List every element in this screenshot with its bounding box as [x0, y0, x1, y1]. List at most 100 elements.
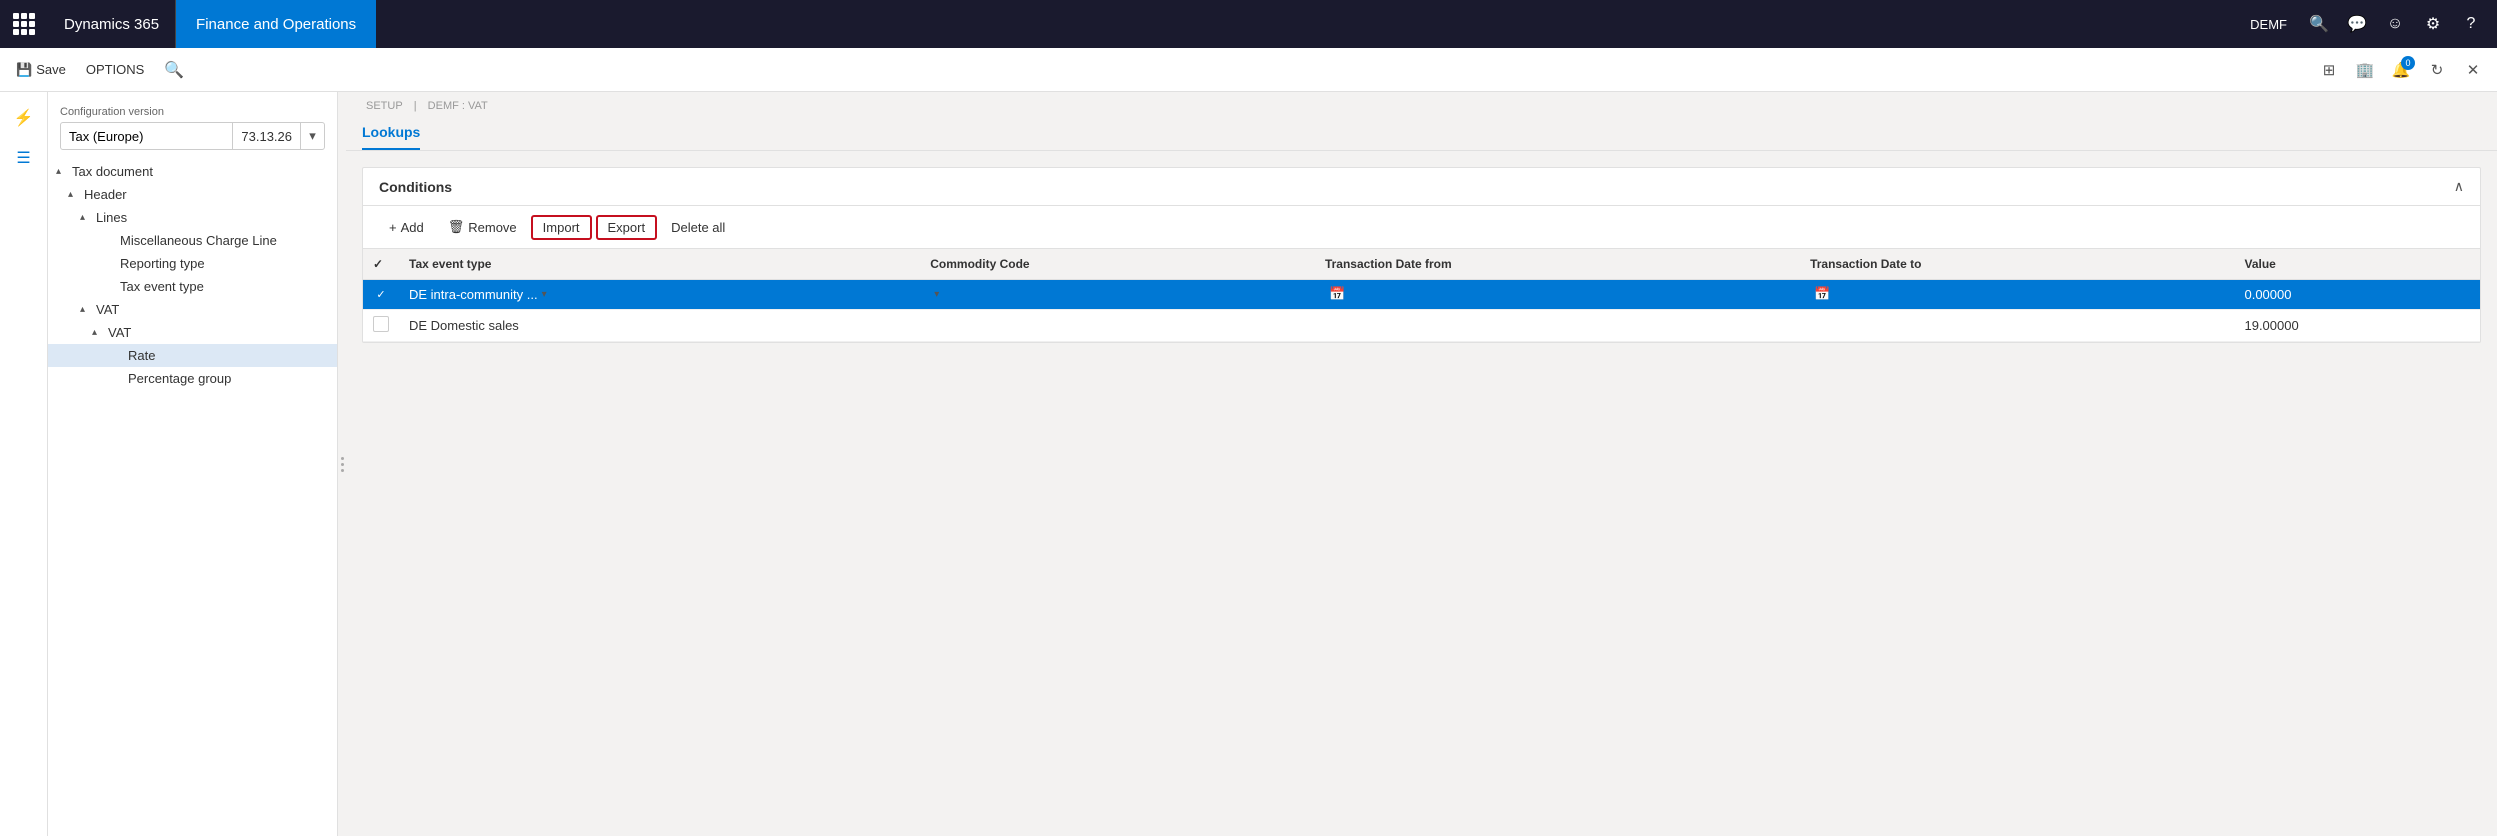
import-button[interactable]: Import: [531, 215, 592, 240]
row1-commodity-code[interactable]: ▾: [920, 280, 1315, 310]
table-row[interactable]: DE Domestic sales 19.00000: [363, 309, 2480, 341]
tree-item-reporting-type[interactable]: Reporting type: [48, 252, 337, 275]
tree-item-header[interactable]: ▴ Header: [48, 183, 337, 206]
row1-date-to-calendar-icon[interactable]: 📅: [1814, 286, 1830, 302]
export-button[interactable]: Export: [596, 215, 658, 240]
dynamics365-label: Dynamics 365: [64, 16, 159, 33]
close-icon[interactable]: ✕: [2457, 54, 2489, 86]
row1-tax-event-value: DE intra-community ...: [409, 287, 538, 302]
row1-date-from-calendar-icon[interactable]: 📅: [1329, 286, 1345, 302]
tree-item-rate[interactable]: Rate: [48, 344, 337, 367]
save-button[interactable]: 💾 Save: [8, 58, 74, 82]
user-company-label: DEMF: [2238, 17, 2299, 32]
tree-item-percentage-group[interactable]: Percentage group: [48, 367, 337, 390]
chat-button[interactable]: 💬: [2339, 6, 2375, 42]
content-area: SETUP | DEMF : VAT Lookups Conditions ∧ …: [346, 92, 2497, 836]
top-navigation-bar: Dynamics 365 Finance and Operations DEMF…: [0, 0, 2497, 48]
tree-item-lines[interactable]: ▴ Lines: [48, 206, 337, 229]
tree-item-vat[interactable]: ▴ VAT: [48, 298, 337, 321]
tree-label-lines: Lines: [96, 210, 329, 225]
row1-checkbox-icon: ✓: [373, 287, 389, 303]
tree-item-tax-event-type[interactable]: Tax event type: [48, 275, 337, 298]
tree-label-vat: VAT: [96, 302, 329, 317]
row1-dropdown-arrow-icon[interactable]: ▾: [542, 289, 547, 300]
column-transaction-date-to: Transaction Date to: [1800, 249, 2234, 280]
user-profile-button[interactable]: ☺: [2377, 6, 2413, 42]
export-label: Export: [608, 220, 646, 235]
waffle-icon: [13, 13, 35, 35]
side-icon-bar: ⚡ ☰: [0, 92, 48, 836]
refresh-icon[interactable]: ↻: [2421, 54, 2453, 86]
toolbar-search-button[interactable]: 🔍: [160, 56, 188, 84]
config-name-value: Tax (Europe): [61, 129, 232, 144]
row1-value[interactable]: 0.00000: [2234, 280, 2480, 310]
search-button[interactable]: 🔍: [2301, 6, 2337, 42]
notification-badge-count: 0: [2401, 56, 2415, 70]
menu-icon[interactable]: ☰: [6, 140, 42, 176]
tree-arrow-tax-document: ▴: [56, 166, 72, 177]
help-button[interactable]: ?: [2453, 6, 2489, 42]
table-row[interactable]: ✓ DE intra-community ... ▾ ▾: [363, 280, 2480, 310]
settings-button[interactable]: ⚙: [2415, 6, 2451, 42]
finance-operations-brand: Finance and Operations: [176, 0, 376, 48]
remove-button[interactable]: 🗑 Remove: [438, 214, 527, 240]
breadcrumb-setup: SETUP: [366, 100, 403, 112]
tree-label-vat-inner: VAT: [108, 325, 329, 340]
tree-item-vat-inner[interactable]: ▴ VAT: [48, 321, 337, 344]
grid-view-icon[interactable]: ⊞: [2313, 54, 2345, 86]
dynamics365-brand: Dynamics 365: [48, 0, 176, 48]
row2-commodity-code[interactable]: [920, 309, 1315, 341]
row2-value[interactable]: 19.00000: [2234, 309, 2480, 341]
config-version-select[interactable]: Tax (Europe) 73.13.26 ▾: [60, 122, 325, 150]
row1-tax-event-type[interactable]: DE intra-community ... ▾: [399, 280, 920, 310]
column-commodity-code: Commodity Code: [920, 249, 1315, 280]
row1-commodity-dropdown[interactable]: ▾: [930, 289, 1305, 300]
add-label: Add: [401, 220, 424, 235]
tree-arrow-vat: ▴: [80, 304, 96, 315]
tree-label-header: Header: [84, 187, 329, 202]
row1-commodity-arrow-icon[interactable]: ▾: [934, 289, 939, 300]
breadcrumb: SETUP | DEMF : VAT: [346, 92, 2497, 116]
row1-tax-event-dropdown[interactable]: DE intra-community ... ▾: [409, 287, 910, 302]
row1-date-to[interactable]: 📅: [1800, 280, 2234, 310]
row2-tax-event-type[interactable]: DE Domestic sales: [399, 309, 920, 341]
conditions-table: ✓ Tax event type Commodity Code Transact…: [363, 249, 2480, 342]
action-toolbar: 💾 Save OPTIONS 🔍 ⊞ 🏢 🔔 0 ↻ ✕: [0, 48, 2497, 92]
notification-icon[interactable]: 🔔 0: [2385, 54, 2417, 86]
tree-item-tax-document[interactable]: ▴ Tax document: [48, 160, 337, 183]
delete-all-button[interactable]: Delete all: [661, 215, 735, 240]
row2-date-from[interactable]: [1315, 309, 1800, 341]
options-button[interactable]: OPTIONS: [78, 58, 153, 81]
main-layout: ⚡ ☰ Configuration version Tax (Europe) 7…: [0, 92, 2497, 836]
tab-lookups[interactable]: Lookups: [362, 116, 420, 150]
tree-item-misc-charge-line[interactable]: Miscellaneous Charge Line: [48, 229, 337, 252]
remove-label: Remove: [468, 220, 516, 235]
row1-date-from[interactable]: 📅: [1315, 280, 1800, 310]
breadcrumb-separator: |: [414, 100, 417, 112]
add-button[interactable]: + Add: [379, 215, 434, 240]
conditions-title: Conditions: [379, 179, 452, 195]
row1-date-from-cell[interactable]: 📅: [1325, 286, 1790, 302]
row2-date-to[interactable]: [1800, 309, 2234, 341]
filter-icon[interactable]: ⚡: [6, 100, 42, 136]
conditions-action-bar: + Add 🗑 Remove Import Export Delete all: [363, 206, 2480, 249]
tree-label-rate: Rate: [128, 348, 329, 363]
office-icon[interactable]: 🏢: [2349, 54, 2381, 86]
tree-label-percentage-group: Percentage group: [128, 371, 329, 386]
tree-arrow-vat-inner: ▴: [92, 327, 108, 338]
column-value: Value: [2234, 249, 2480, 280]
options-label: OPTIONS: [86, 62, 145, 77]
row1-checkbox-cell[interactable]: ✓: [363, 280, 399, 310]
config-dropdown-arrow[interactable]: ▾: [300, 123, 324, 149]
finance-operations-label: Finance and Operations: [196, 16, 356, 33]
conditions-collapse-button[interactable]: ∧: [2454, 178, 2464, 195]
add-icon: +: [389, 220, 397, 235]
row1-date-to-cell[interactable]: 📅: [1810, 286, 2224, 302]
tree-label-tax-document: Tax document: [72, 164, 329, 179]
breadcrumb-path: DEMF : VAT: [428, 100, 488, 112]
column-tax-event-type: Tax event type: [399, 249, 920, 280]
row2-checkbox-cell[interactable]: [363, 309, 399, 341]
waffle-menu-button[interactable]: [0, 0, 48, 48]
conditions-header: Conditions ∧: [363, 168, 2480, 206]
resize-handle[interactable]: [338, 92, 346, 836]
